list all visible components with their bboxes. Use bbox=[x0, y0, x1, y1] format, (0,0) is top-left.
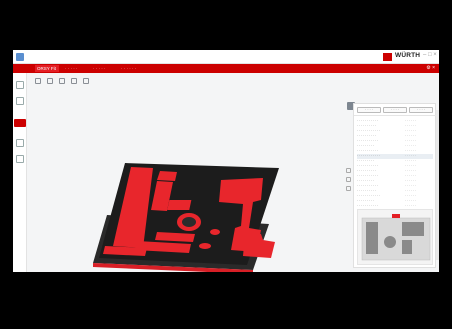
cutout-small-rect bbox=[157, 171, 177, 181]
preview-cutout-3 bbox=[402, 222, 424, 236]
tab-2[interactable]: · · · · · bbox=[63, 65, 85, 72]
app-icon bbox=[16, 53, 24, 61]
app-window: WÜRTH – □ × ORSY Fit · · · · · · · · · ·… bbox=[13, 50, 439, 272]
panel-button-2[interactable]: · · · · bbox=[383, 107, 407, 113]
foam-color-icon[interactable] bbox=[14, 119, 26, 127]
panel-header: · · · · · · · · · · · · bbox=[354, 104, 437, 116]
zoom-in-icon[interactable] bbox=[346, 168, 351, 173]
rotate-icon[interactable] bbox=[71, 78, 77, 84]
copy-icon[interactable] bbox=[59, 78, 65, 84]
left-sidebar bbox=[13, 73, 27, 272]
cutout-bar bbox=[167, 200, 192, 210]
tab-3[interactable]: · · · · · bbox=[91, 65, 113, 72]
layers-icon[interactable] bbox=[16, 97, 24, 105]
inlay-3d-view[interactable] bbox=[93, 150, 293, 272]
preview-cutout-1 bbox=[366, 222, 378, 254]
layer-icon[interactable] bbox=[83, 78, 89, 84]
undo-icon[interactable] bbox=[35, 78, 41, 84]
panel-button-3[interactable]: · · · · bbox=[409, 107, 433, 113]
panel-scrollbar[interactable] bbox=[436, 110, 439, 260]
cart-icon[interactable] bbox=[16, 155, 24, 163]
tool-list-panel: · · · · · · · · · · · · · · · · · · · · … bbox=[353, 103, 437, 268]
preview-cutout-2 bbox=[384, 236, 396, 248]
title-bar: WÜRTH – □ × bbox=[13, 50, 439, 64]
cutout-round-inner bbox=[182, 217, 196, 227]
preview-marker bbox=[392, 214, 400, 218]
preview-cutout-4 bbox=[402, 240, 412, 254]
panel-button-1[interactable]: · · · · bbox=[357, 107, 381, 113]
brand-name: WÜRTH bbox=[395, 52, 421, 59]
settings-icon[interactable]: ⚙ × bbox=[426, 65, 435, 72]
redo-icon[interactable] bbox=[47, 78, 53, 84]
window-controls[interactable]: – □ × bbox=[423, 52, 437, 58]
wurth-logo-icon bbox=[383, 53, 392, 61]
fit-view-icon[interactable] bbox=[346, 186, 351, 191]
zoom-out-icon[interactable] bbox=[346, 177, 351, 182]
cutout-grip-2 bbox=[210, 229, 220, 235]
tab-4[interactable]: · · · · · · bbox=[119, 65, 145, 72]
cutout-bottom-right bbox=[243, 234, 275, 258]
inlay-icon[interactable] bbox=[16, 81, 24, 89]
toolbar bbox=[33, 77, 113, 89]
tab-orsy-fit[interactable]: ORSY Fit bbox=[35, 65, 59, 72]
tools-icon[interactable] bbox=[16, 139, 24, 147]
inlay-preview bbox=[357, 209, 433, 265]
cutout-grip-1 bbox=[199, 243, 211, 249]
tab-bar: ORSY Fit · · · · · · · · · · · · · · · ·… bbox=[13, 64, 439, 73]
